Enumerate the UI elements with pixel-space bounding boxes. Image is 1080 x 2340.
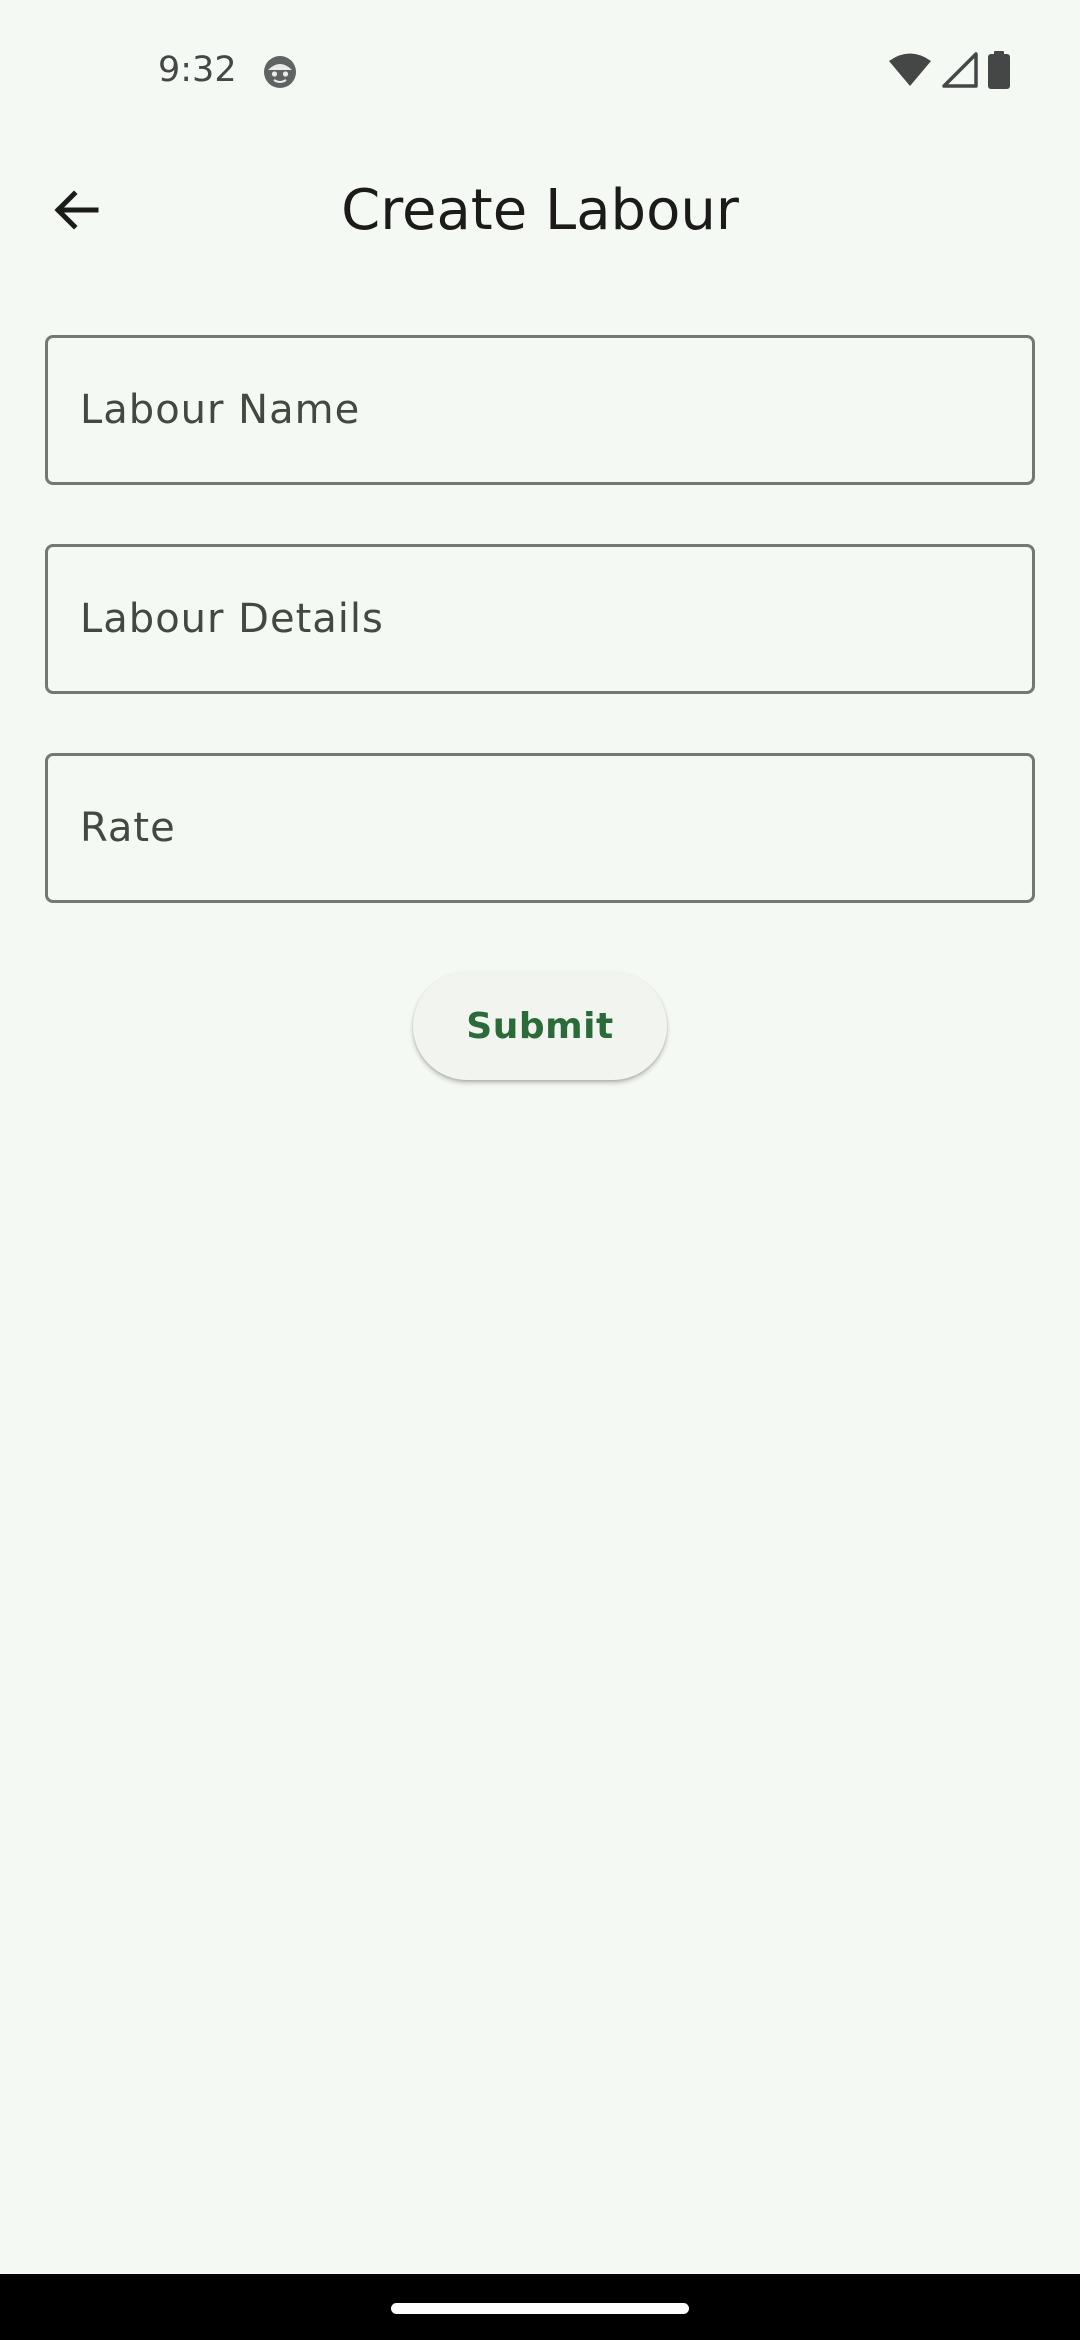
status-icons <box>888 51 1010 93</box>
back-button[interactable] <box>36 172 116 252</box>
wifi-icon <box>888 52 932 92</box>
rate-input[interactable] <box>48 756 1032 900</box>
page-title: Create Labour <box>341 178 739 243</box>
status-time: 9:32 <box>158 50 237 90</box>
labour-details-input[interactable] <box>48 547 1032 691</box>
labour-name-field[interactable] <box>45 335 1035 485</box>
status-bar: 9:32 <box>0 0 1080 130</box>
face-notification-icon <box>262 54 298 90</box>
home-indicator[interactable] <box>391 2303 689 2314</box>
labour-name-input[interactable] <box>48 338 1032 482</box>
navigation-bar <box>0 2274 1080 2340</box>
submit-button[interactable]: Submit <box>413 972 667 1080</box>
arrow-back-icon <box>50 184 102 240</box>
battery-icon <box>988 51 1010 93</box>
cellular-signal-icon <box>942 52 978 92</box>
labour-details-field[interactable] <box>45 544 1035 694</box>
app-bar: Create Labour <box>0 150 1080 272</box>
rate-field[interactable] <box>45 753 1035 903</box>
